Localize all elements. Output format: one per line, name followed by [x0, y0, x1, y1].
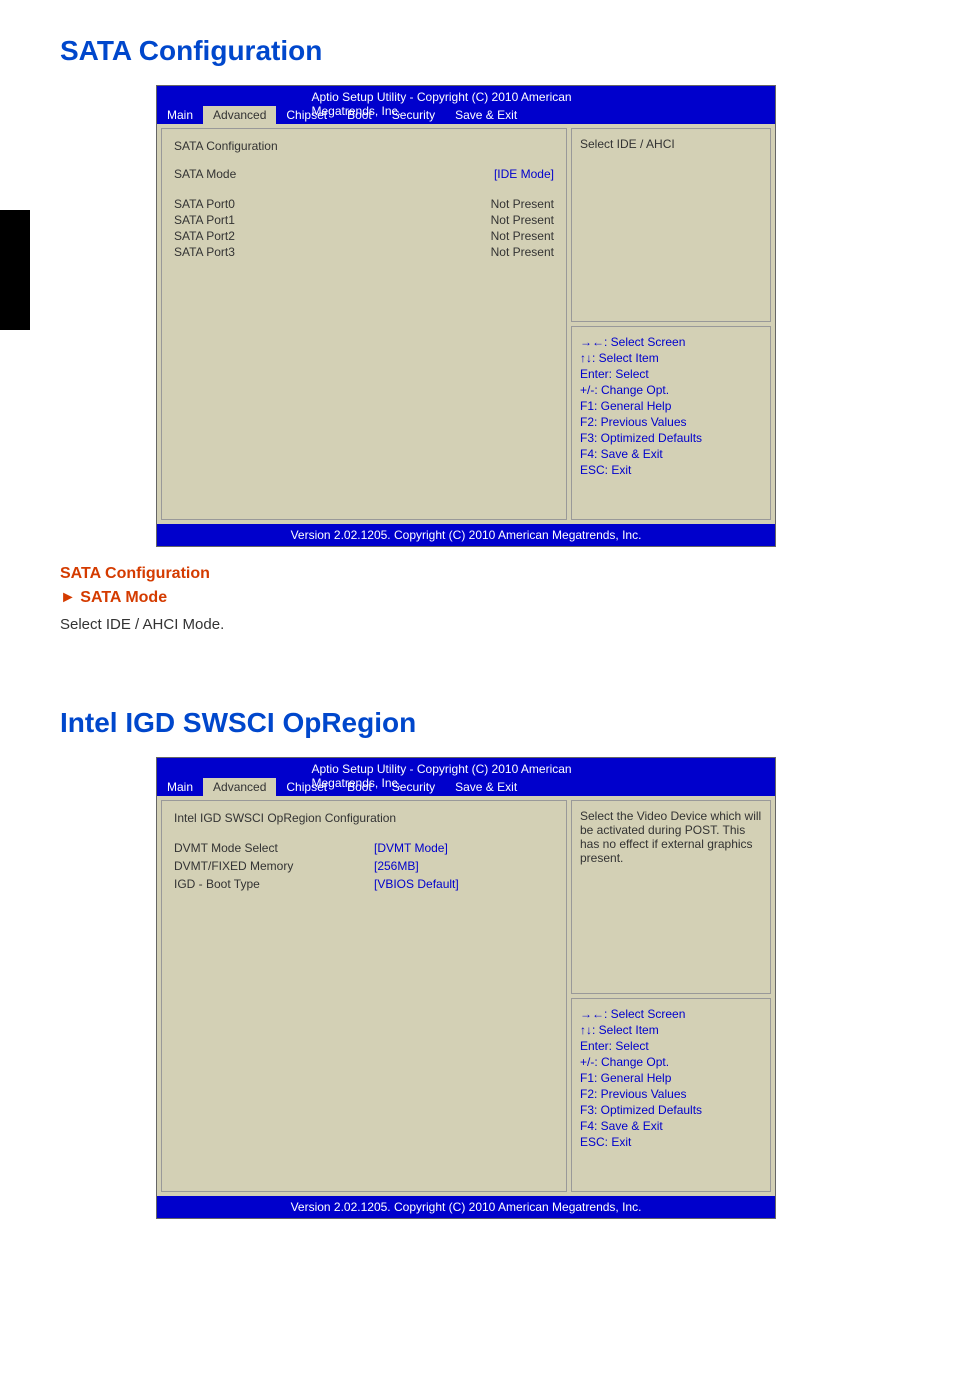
help-line: Enter: Select	[580, 1039, 762, 1053]
bios-tabs: Main Advanced Chipset Boot Security Save…	[157, 106, 775, 124]
bios-right-pane: Select IDE / AHCI →←: Select Screen ↑↓: …	[571, 128, 771, 520]
row-label: DVMT/FIXED Memory	[174, 859, 374, 873]
bios-right-pane: Select the Video Device which will be ac…	[571, 800, 771, 1192]
help-line: +/-: Change Opt.	[580, 383, 762, 397]
row-value: [DVMT Mode]	[374, 841, 448, 855]
bios-tab-boot[interactable]: Boot	[337, 106, 382, 124]
bios-left-pane: Intel IGD SWSCI OpRegion Configuration D…	[161, 800, 567, 1192]
page-content: SATA Configuration Aptio Setup Utility -…	[0, 0, 954, 1219]
bios-row-sata-mode[interactable]: SATA Mode [IDE Mode]	[174, 167, 554, 181]
help-line: F2: Previous Values	[580, 415, 762, 429]
help-line: F4: Save & Exit	[580, 1119, 762, 1133]
port-label: SATA Port2	[174, 229, 235, 243]
sub-heading: SATA Configuration	[60, 562, 894, 586]
bios-left-pane: SATA Configuration SATA Mode [IDE Mode] …	[161, 128, 567, 520]
bios-left-heading: SATA Configuration	[174, 139, 554, 153]
bios-help-keys: →←: Select Screen ↑↓: Select Item Enter:…	[571, 326, 771, 520]
help-line: F2: Previous Values	[580, 1087, 762, 1101]
help-line: F1: General Help	[580, 1071, 762, 1085]
row-label: IGD - Boot Type	[174, 877, 374, 891]
bios-row-dvmt-mem[interactable]: DVMT/FIXED Memory [256MB]	[174, 859, 554, 873]
help-line: F3: Optimized Defaults	[580, 431, 762, 445]
chapter-tab	[0, 210, 30, 330]
help-line: F4: Save & Exit	[580, 447, 762, 461]
bios-footer: Version 2.02.1205. Copyright (C) 2010 Am…	[157, 524, 775, 546]
bios-tab-chipset[interactable]: Chipset	[276, 106, 337, 124]
bios-header: Aptio Setup Utility - Copyright (C) 2010…	[157, 758, 775, 796]
bios-tab-security[interactable]: Security	[382, 106, 445, 124]
help-line: Enter: Select	[580, 367, 762, 381]
bios-body: SATA Configuration SATA Mode [IDE Mode] …	[157, 124, 775, 524]
bios-help-keys: →←: Select Screen ↑↓: Select Item Enter:…	[571, 998, 771, 1192]
bios-port-row: SATA Port2 Not Present	[174, 229, 554, 243]
bios-footer: Version 2.02.1205. Copyright (C) 2010 Am…	[157, 1196, 775, 1218]
bios-tab-security[interactable]: Security	[382, 778, 445, 796]
row-label: DVMT Mode Select	[174, 841, 374, 855]
bios-tab-advanced[interactable]: Advanced	[203, 778, 276, 796]
bios-tabs: Main Advanced Chipset Boot Security Save…	[157, 778, 775, 796]
section-title-igd: Intel IGD SWSCI OpRegion	[60, 707, 894, 739]
section1-sub: SATA Configuration ► SATA Mode Select ID…	[60, 562, 894, 637]
bios-header: Aptio Setup Utility - Copyright (C) 2010…	[157, 86, 775, 124]
row-value: [IDE Mode]	[494, 167, 554, 181]
bios-tab-main[interactable]: Main	[157, 106, 203, 124]
bios-tab-advanced[interactable]: Advanced	[203, 106, 276, 124]
help-line: ↑↓: Select Item	[580, 351, 762, 365]
bios-help-top: Select the Video Device which will be ac…	[571, 800, 771, 994]
help-line: →←: Select Screen	[580, 335, 762, 349]
bios-help-top: Select IDE / AHCI	[571, 128, 771, 322]
port-value: Not Present	[491, 197, 554, 211]
help-line: →←: Select Screen	[580, 1007, 762, 1021]
bios-port-row: SATA Port3 Not Present	[174, 245, 554, 259]
sub-heading: ► SATA Mode	[60, 586, 894, 610]
bios-tab-saveexit[interactable]: Save & Exit	[445, 106, 527, 124]
bios-port-row: SATA Port0 Not Present	[174, 197, 554, 211]
bios-tab-chipset[interactable]: Chipset	[276, 778, 337, 796]
sub-text: Select IDE / AHCI Mode.	[60, 614, 894, 637]
section-title-sata: SATA Configuration	[60, 35, 894, 67]
bios-left-heading: Intel IGD SWSCI OpRegion Configuration	[174, 811, 554, 825]
row-value: [VBIOS Default]	[374, 877, 459, 891]
help-line: ESC: Exit	[580, 1135, 762, 1149]
port-label: SATA Port3	[174, 245, 235, 259]
bios-window-igd: Aptio Setup Utility - Copyright (C) 2010…	[156, 757, 776, 1219]
help-line: F1: General Help	[580, 399, 762, 413]
port-value: Not Present	[491, 213, 554, 227]
bios-tab-main[interactable]: Main	[157, 778, 203, 796]
help-line: ↑↓: Select Item	[580, 1023, 762, 1037]
bios-body: Intel IGD SWSCI OpRegion Configuration D…	[157, 796, 775, 1196]
bios-tab-saveexit[interactable]: Save & Exit	[445, 778, 527, 796]
row-value: [256MB]	[374, 859, 419, 873]
bios-tab-boot[interactable]: Boot	[337, 778, 382, 796]
port-value: Not Present	[491, 229, 554, 243]
bios-row-igd-boot[interactable]: IGD - Boot Type [VBIOS Default]	[174, 877, 554, 891]
port-label: SATA Port1	[174, 213, 235, 227]
port-value: Not Present	[491, 245, 554, 259]
bios-port-row: SATA Port1 Not Present	[174, 213, 554, 227]
bios-window-sata: Aptio Setup Utility - Copyright (C) 2010…	[156, 85, 776, 547]
bios-row-dvmt-mode[interactable]: DVMT Mode Select [DVMT Mode]	[174, 841, 554, 855]
help-line: F3: Optimized Defaults	[580, 1103, 762, 1117]
port-label: SATA Port0	[174, 197, 235, 211]
help-line: ESC: Exit	[580, 463, 762, 477]
row-label: SATA Mode	[174, 167, 236, 181]
help-line: +/-: Change Opt.	[580, 1055, 762, 1069]
